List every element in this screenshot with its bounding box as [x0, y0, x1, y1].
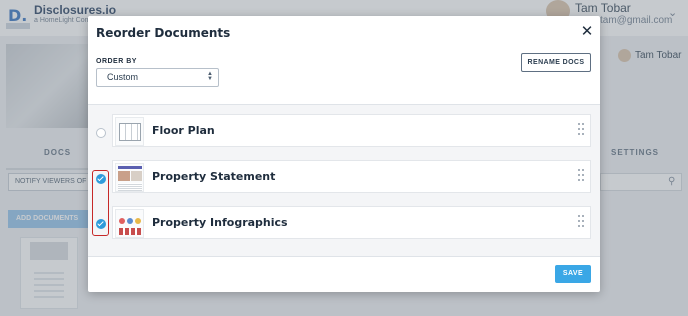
select-arrows-icon: ▲ ▼ [207, 71, 213, 82]
thumbnail-photo [118, 171, 130, 181]
drag-handle-icon[interactable] [578, 123, 584, 139]
selection-highlight-box [92, 170, 109, 236]
document-name: Property Statement [152, 170, 276, 183]
document-thumbnail [115, 117, 144, 146]
thumbnail-text [118, 183, 142, 191]
footer-divider [88, 256, 600, 257]
rename-docs-button[interactable]: RENAME DOCS [521, 53, 591, 72]
reorder-documents-modal: Reorder Documents ✕ ORDER BY Custom ▲ ▼ R… [88, 16, 600, 292]
floor-plan-thumbnail-graphic [119, 123, 141, 141]
document-row-floor-plan[interactable]: Floor Plan [112, 114, 591, 147]
document-thumbnail [115, 209, 144, 238]
thumbnail-photo [131, 171, 142, 181]
drag-handle-icon[interactable] [578, 215, 584, 231]
document-checkbox-floor-plan[interactable] [96, 128, 106, 138]
save-button[interactable]: SAVE [555, 265, 591, 283]
order-by-select[interactable]: Custom ▲ ▼ [96, 68, 219, 87]
thumbnail-graphic [127, 218, 133, 224]
thumbnail-header [118, 166, 142, 169]
drag-handle-icon[interactable] [578, 169, 584, 185]
close-icon[interactable]: ✕ [579, 24, 595, 40]
document-name: Floor Plan [152, 124, 215, 137]
document-row-property-statement[interactable]: Property Statement [112, 160, 591, 193]
document-thumbnail [115, 163, 144, 192]
document-row-property-infographics[interactable]: Property Infographics [112, 206, 591, 239]
modal-title: Reorder Documents [96, 26, 231, 40]
document-name: Property Infographics [152, 216, 288, 229]
order-by-label: ORDER BY [96, 58, 137, 65]
thumbnail-graphic [135, 218, 141, 224]
thumbnail-graphic [119, 228, 141, 235]
thumbnail-graphic [119, 218, 125, 224]
order-by-value: Custom [107, 72, 139, 82]
